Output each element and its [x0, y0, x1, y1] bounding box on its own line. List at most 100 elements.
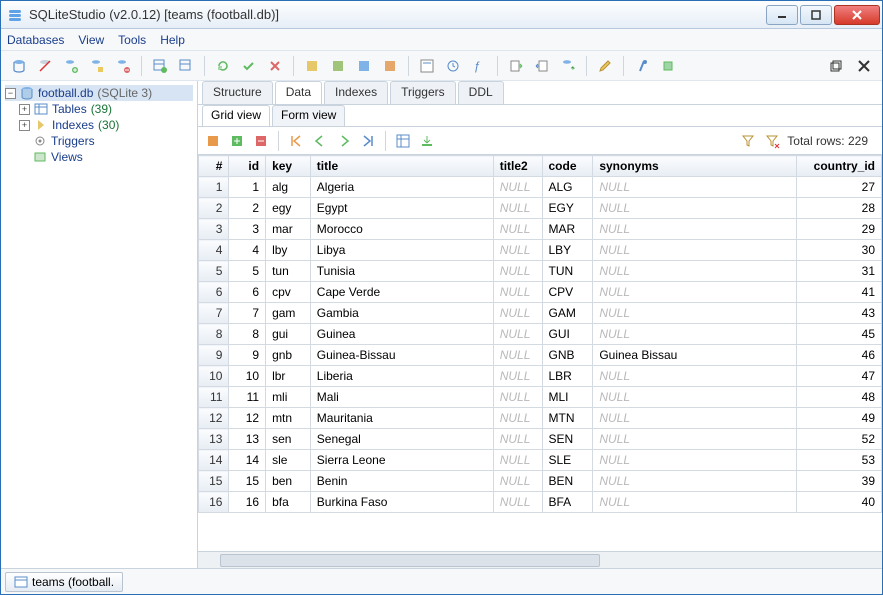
cell[interactable]: 16 — [199, 492, 229, 513]
cell[interactable]: Guinea Bissau — [593, 345, 796, 366]
refresh-icon[interactable] — [213, 56, 233, 76]
cell[interactable]: ALG — [542, 177, 593, 198]
cell[interactable]: NULL — [593, 429, 796, 450]
cell[interactable]: 39 — [796, 471, 881, 492]
settings-icon[interactable] — [632, 56, 652, 76]
cell[interactable]: BFA — [542, 492, 593, 513]
cell[interactable]: LBR — [542, 366, 593, 387]
cell[interactable]: 11 — [229, 387, 266, 408]
tree-triggers-node[interactable]: Triggers — [5, 133, 193, 149]
cell[interactable]: 31 — [796, 261, 881, 282]
cell[interactable]: NULL — [493, 345, 542, 366]
cell[interactable]: ben — [266, 471, 311, 492]
expand-icon[interactable]: + — [19, 104, 30, 115]
tree-indexes-node[interactable]: + Indexes (30) — [5, 117, 193, 133]
column-header[interactable]: # — [199, 156, 229, 177]
cell[interactable]: GNB — [542, 345, 593, 366]
cell[interactable]: LBY — [542, 240, 593, 261]
cell[interactable]: 49 — [796, 408, 881, 429]
cell[interactable]: cpv — [266, 282, 311, 303]
cell[interactable]: NULL — [493, 303, 542, 324]
cell[interactable]: GAM — [542, 303, 593, 324]
cell[interactable]: 15 — [199, 471, 229, 492]
table-row[interactable]: 1616bfaBurkina FasoNULLBFANULL40 — [199, 492, 882, 513]
table-row[interactable]: 33marMoroccoNULLMARNULL29 — [199, 219, 882, 240]
cell[interactable]: NULL — [593, 366, 796, 387]
cell[interactable]: NULL — [593, 450, 796, 471]
column-header[interactable]: title — [310, 156, 493, 177]
cell[interactable]: NULL — [493, 471, 542, 492]
cell[interactable]: NULL — [593, 261, 796, 282]
cell[interactable]: NULL — [593, 387, 796, 408]
cell[interactable]: 28 — [796, 198, 881, 219]
cell[interactable]: 5 — [229, 261, 266, 282]
horizontal-scrollbar[interactable] — [198, 551, 882, 568]
cell[interactable]: 1 — [229, 177, 266, 198]
cell[interactable]: 9 — [229, 345, 266, 366]
cell[interactable]: 43 — [796, 303, 881, 324]
cell[interactable]: alg — [266, 177, 311, 198]
column-header[interactable]: code — [542, 156, 593, 177]
prev-page-icon[interactable] — [311, 132, 329, 150]
cell[interactable]: NULL — [493, 282, 542, 303]
cell[interactable]: NULL — [593, 492, 796, 513]
close-doc-icon[interactable] — [854, 56, 874, 76]
cell[interactable]: Liberia — [310, 366, 493, 387]
cell[interactable]: 7 — [199, 303, 229, 324]
table-row[interactable]: 55tunTunisiaNULLTUNNULL31 — [199, 261, 882, 282]
cell[interactable]: NULL — [493, 198, 542, 219]
cell[interactable]: MAR — [542, 219, 593, 240]
cell[interactable]: NULL — [493, 177, 542, 198]
cell[interactable]: NULL — [493, 450, 542, 471]
cell[interactable]: Benin — [310, 471, 493, 492]
table-row[interactable]: 1414sleSierra LeoneNULLSLENULL53 — [199, 450, 882, 471]
cell[interactable]: 30 — [796, 240, 881, 261]
collapse-icon[interactable]: − — [5, 88, 16, 99]
cell[interactable]: gui — [266, 324, 311, 345]
cell[interactable]: tun — [266, 261, 311, 282]
cell[interactable]: Sierra Leone — [310, 450, 493, 471]
tree-db-node[interactable]: − football.db (SQLite 3) — [5, 85, 193, 101]
cell[interactable]: Guinea-Bissau — [310, 345, 493, 366]
history-icon[interactable] — [443, 56, 463, 76]
commit-icon[interactable] — [239, 56, 259, 76]
cell[interactable]: 41 — [796, 282, 881, 303]
cell[interactable]: NULL — [593, 198, 796, 219]
cell[interactable]: NULL — [493, 429, 542, 450]
cell[interactable]: 10 — [229, 366, 266, 387]
cell[interactable]: sle — [266, 450, 311, 471]
db-export-icon[interactable] — [558, 56, 578, 76]
cell[interactable]: 6 — [229, 282, 266, 303]
maximize-button[interactable] — [800, 5, 832, 25]
db-tree[interactable]: − football.db (SQLite 3) + Tables (39) +… — [1, 81, 198, 568]
cell[interactable]: 2 — [229, 198, 266, 219]
cell[interactable]: SLE — [542, 450, 593, 471]
tab-triggers[interactable]: Triggers — [390, 81, 456, 104]
export-icon[interactable] — [506, 56, 526, 76]
cell[interactable]: sen — [266, 429, 311, 450]
cell[interactable]: NULL — [493, 492, 542, 513]
cell[interactable]: lbr — [266, 366, 311, 387]
cell[interactable]: BEN — [542, 471, 593, 492]
cell[interactable]: Tunisia — [310, 261, 493, 282]
db-edit-icon[interactable] — [87, 56, 107, 76]
cell[interactable]: NULL — [593, 324, 796, 345]
cell[interactable]: NULL — [493, 261, 542, 282]
tool2-icon[interactable] — [328, 56, 348, 76]
subtab-form-view[interactable]: Form view — [272, 105, 345, 126]
cell[interactable]: 10 — [199, 366, 229, 387]
cell[interactable]: 11 — [199, 387, 229, 408]
functions-icon[interactable]: ƒ — [469, 56, 489, 76]
cell[interactable]: NULL — [493, 219, 542, 240]
cell[interactable]: 3 — [199, 219, 229, 240]
rollback-icon[interactable] — [265, 56, 285, 76]
cell[interactable]: gnb — [266, 345, 311, 366]
edit-icon[interactable] — [595, 56, 615, 76]
cell[interactable]: Mauritania — [310, 408, 493, 429]
cell[interactable]: Mali — [310, 387, 493, 408]
cell[interactable]: Morocco — [310, 219, 493, 240]
sql-editor-icon[interactable] — [417, 56, 437, 76]
plugins-icon[interactable] — [658, 56, 678, 76]
cell[interactable]: NULL — [593, 177, 796, 198]
cell[interactable]: 52 — [796, 429, 881, 450]
